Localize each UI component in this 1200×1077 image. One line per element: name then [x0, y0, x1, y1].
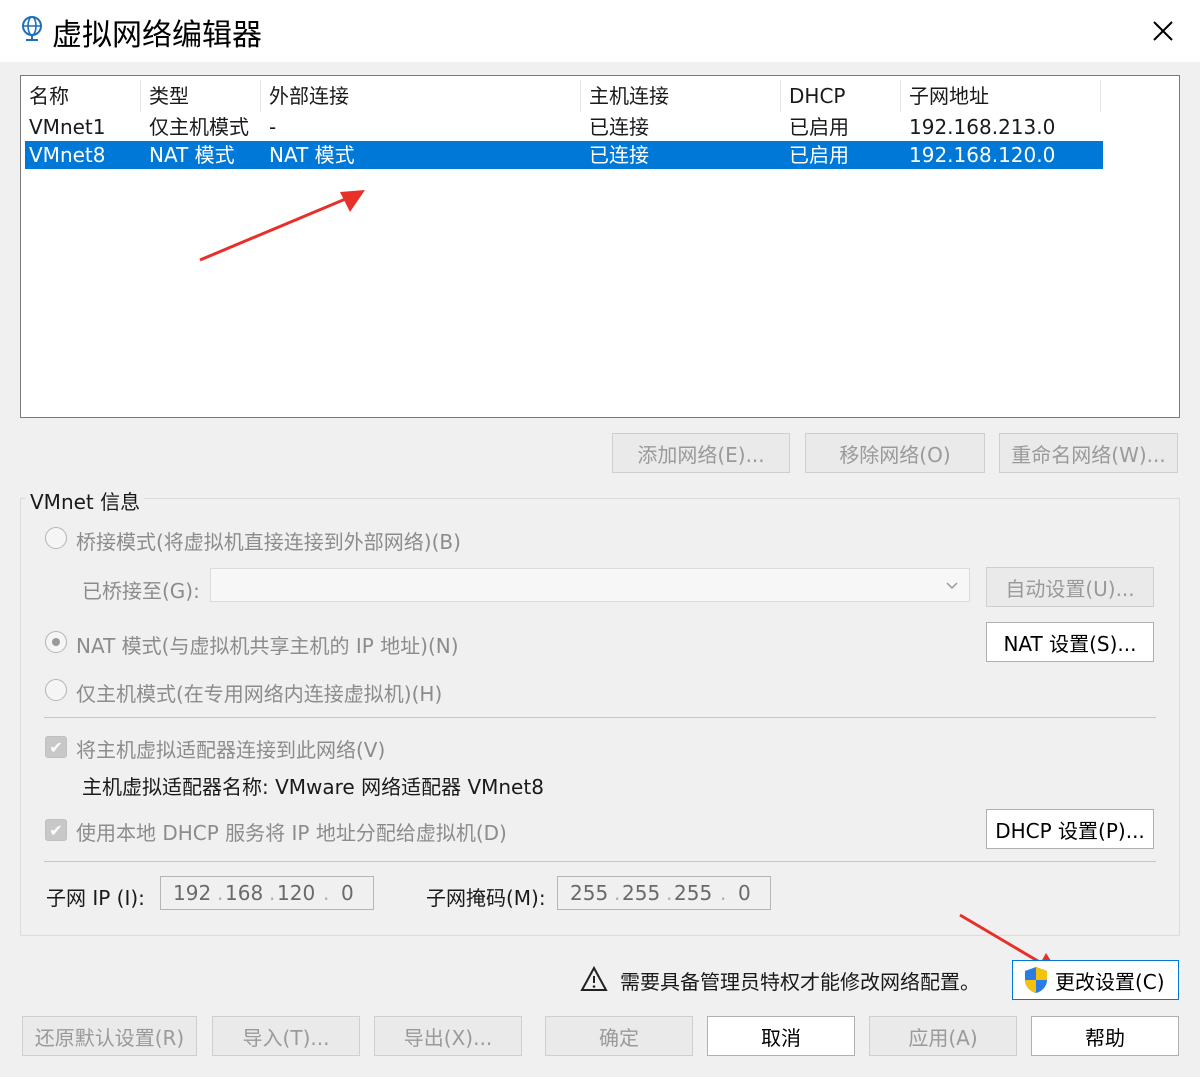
export-button[interactable]: 导出(X)... — [374, 1016, 522, 1056]
ip-octet: 192 — [173, 881, 212, 905]
ip-dot: . — [217, 881, 224, 905]
cell-external: NAT 模式 — [269, 143, 355, 167]
connect-adapter-label: 将主机虚拟适配器连接到此网络(V) — [76, 738, 386, 762]
cell-name: VMnet1 — [29, 115, 106, 139]
remove-network-button[interactable]: 移除网络(O) — [805, 433, 985, 473]
local-dhcp-label: 使用本地 DHCP 服务将 IP 地址分配给虚拟机(D) — [76, 821, 507, 845]
cell-type: NAT 模式 — [149, 143, 235, 167]
mask-octet: 255 — [622, 881, 661, 905]
nat-settings-button[interactable]: NAT 设置(S)... — [986, 622, 1154, 662]
cell-subnet: 192.168.120.0 — [909, 143, 1056, 167]
bridged-to-label: 已桥接至(G): — [82, 579, 200, 603]
column-header-type[interactable]: 类型 — [141, 80, 261, 112]
cell-subnet: 192.168.213.0 — [909, 115, 1056, 139]
bridged-to-select[interactable] — [210, 568, 970, 602]
rename-network-button[interactable]: 重命名网络(W)... — [999, 433, 1178, 473]
cell-name: VMnet8 — [29, 143, 106, 167]
cell-dhcp: 已启用 — [789, 143, 849, 167]
subnet-mask-label: 子网掩码(M): — [426, 886, 546, 910]
host-only-label: 仅主机模式(在专用网络内连接虚拟机)(H) — [76, 682, 443, 706]
chevron-down-icon — [946, 582, 958, 590]
globe-icon — [22, 16, 42, 41]
column-header-external[interactable]: 外部连接 — [261, 80, 581, 112]
ip-octet: 0 — [341, 881, 354, 905]
ip-octet: 168 — [225, 881, 264, 905]
host-only-radio[interactable] — [45, 679, 67, 701]
local-dhcp-checkbox[interactable]: ✔ — [45, 819, 67, 841]
cell-type: 仅主机模式 — [149, 115, 249, 139]
ip-dot: . — [614, 881, 621, 905]
restore-defaults-button[interactable]: 还原默认设置(R) — [22, 1016, 197, 1056]
close-button[interactable] — [1126, 0, 1200, 62]
subnet-ip-label: 子网 IP (I): — [46, 886, 145, 910]
subnet-mask-input[interactable]: 255 . 255 . 255 . 0 — [557, 876, 771, 910]
checkmark-icon: ✔ — [49, 737, 63, 757]
ip-dot: . — [323, 881, 330, 905]
ip-dot: . — [269, 881, 276, 905]
auto-settings-button[interactable]: 自动设置(U)... — [986, 567, 1154, 607]
mask-octet: 255 — [570, 881, 609, 905]
import-button[interactable]: 导入(T)... — [212, 1016, 360, 1056]
subnet-ip-input[interactable]: 192 . 168 . 120 . 0 — [160, 876, 374, 910]
annotation-arrow — [199, 190, 365, 262]
ip-octet: 120 — [277, 881, 316, 905]
change-settings-label: 更改设置(C) — [1055, 969, 1165, 994]
mask-octet: 255 — [674, 881, 713, 905]
column-header-name[interactable]: 名称 — [21, 80, 141, 112]
column-header-host[interactable]: 主机连接 — [581, 80, 781, 112]
change-settings-button[interactable]: 更改设置(C) — [1012, 960, 1179, 1000]
vmnet-info-label: VMnet 信息 — [26, 486, 145, 515]
ip-dot: . — [720, 881, 727, 905]
connect-adapter-checkbox[interactable]: ✔ — [45, 736, 67, 758]
separator — [44, 717, 1156, 718]
adapter-name-label: 主机虚拟适配器名称: VMware 网络适配器 VMnet8 — [82, 775, 544, 799]
uac-shield-icon — [1025, 967, 1047, 993]
window-title: 虚拟网络编辑器 — [52, 18, 262, 53]
ip-dot: . — [666, 881, 673, 905]
nat-mode-radio[interactable] — [45, 631, 67, 653]
nat-mode-label: NAT 模式(与虚拟机共享主机的 IP 地址)(N) — [76, 634, 459, 658]
mask-octet: 0 — [738, 881, 751, 905]
apply-button[interactable]: 应用(A) — [869, 1016, 1017, 1056]
bridge-mode-radio[interactable] — [45, 527, 67, 549]
column-header-subnet[interactable]: 子网地址 — [901, 80, 1101, 112]
network-row-vmnet8[interactable]: VMnet8 NAT 模式 NAT 模式 已连接 已启用 192.168.120… — [25, 141, 1103, 169]
ok-button[interactable]: 确定 — [545, 1016, 693, 1056]
cell-external: - — [269, 115, 277, 139]
help-button[interactable]: 帮助 — [1031, 1016, 1179, 1056]
cancel-button[interactable]: 取消 — [707, 1016, 855, 1056]
dhcp-settings-button[interactable]: DHCP 设置(P)... — [986, 809, 1154, 849]
title-bar: 虚拟网络编辑器 — [0, 0, 1200, 62]
warning-icon — [580, 966, 608, 991]
close-icon — [1153, 21, 1173, 41]
cell-host: 已连接 — [589, 115, 649, 139]
cell-host: 已连接 — [589, 143, 649, 167]
column-header-dhcp[interactable]: DHCP — [781, 80, 901, 112]
checkmark-icon: ✔ — [49, 820, 63, 840]
admin-warning-text: 需要具备管理员特权才能修改网络配置。 — [620, 970, 980, 994]
separator — [44, 861, 1156, 862]
cell-dhcp: 已启用 — [789, 115, 849, 139]
network-row-vmnet1[interactable]: VMnet1 仅主机模式 - 已连接 已启用 192.168.213.0 — [25, 113, 1103, 141]
bridge-mode-label: 桥接模式(将虚拟机直接连接到外部网络)(B) — [76, 530, 461, 554]
add-network-button[interactable]: 添加网络(E)... — [612, 433, 790, 473]
